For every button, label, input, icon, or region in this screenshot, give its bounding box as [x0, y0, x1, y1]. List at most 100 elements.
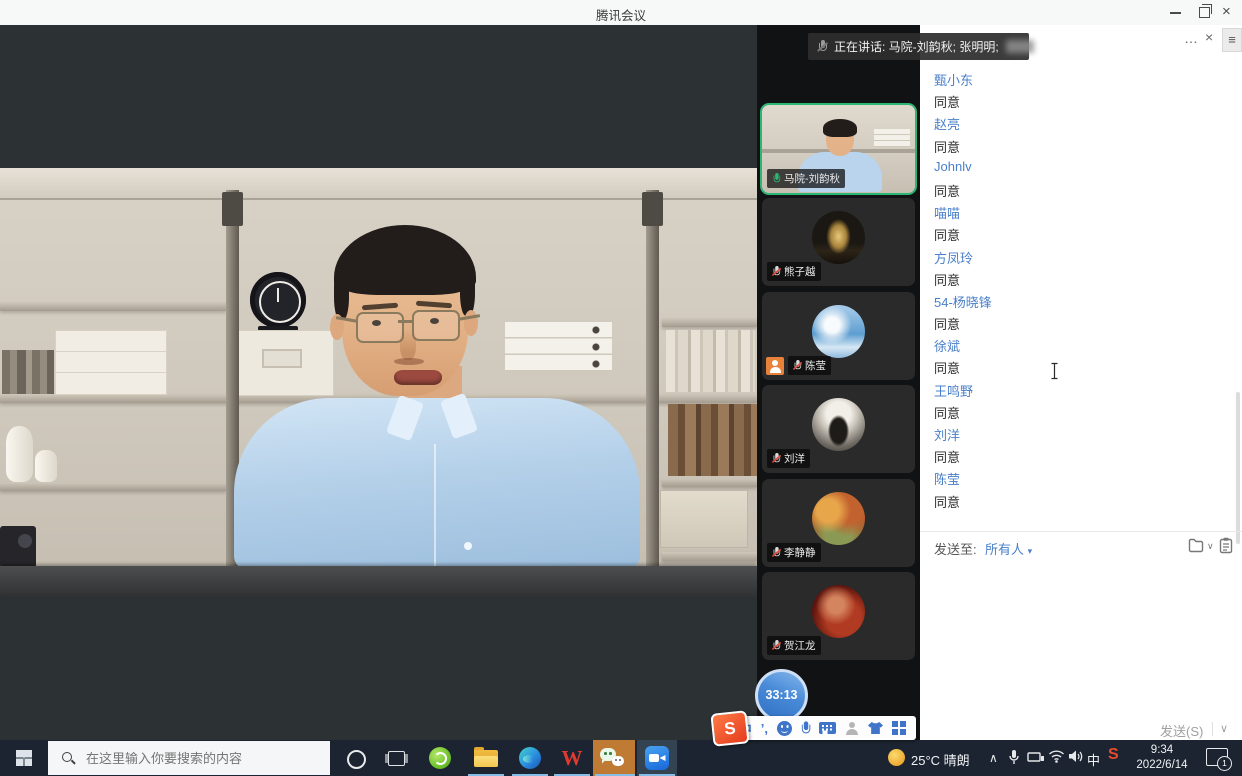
ime-voice-icon[interactable] [801, 721, 811, 735]
tray-clock[interactable]: 9:34 2022/6/14 [1130, 743, 1194, 773]
more-icon[interactable]: … [1184, 30, 1198, 46]
close-chat-icon[interactable]: × [1205, 29, 1213, 45]
participant-name: 贺江龙 [784, 638, 816, 653]
taskbar-app-wps[interactable]: W [552, 740, 592, 776]
tray-sogou-icon[interactable]: S [1108, 746, 1119, 764]
shelf-board [0, 482, 226, 491]
chat-input[interactable] [928, 562, 1232, 714]
tray-expand-icon[interactable]: ∧ [989, 751, 998, 765]
ime-account-icon[interactable] [845, 722, 859, 735]
books-row [666, 330, 755, 392]
taskbar-app-browser[interactable] [420, 740, 460, 776]
taskbar-app-meeting[interactable] [637, 740, 677, 776]
file-send-icon[interactable] [1188, 537, 1206, 553]
redacted-name [1006, 40, 1034, 53]
vase [6, 426, 33, 482]
tray-language-indicator[interactable]: 中 [1087, 750, 1100, 769]
meeting-timer[interactable]: 33:13 [755, 669, 808, 722]
mic-muted-icon [773, 453, 781, 464]
keyboard-icon[interactable] [819, 722, 836, 734]
weather-text[interactable]: 25°C 晴朗 [911, 750, 970, 769]
weather-sun-icon[interactable] [888, 749, 905, 766]
wps-icon: W [562, 746, 583, 771]
avatar [812, 211, 865, 264]
speaker-nose-shadow [394, 358, 424, 365]
chat-message-list[interactable]: 甄小东 同意 赵亮 同意 Johnlv 同意 喵喵 同意 方凤玲 同意 54-杨… [934, 70, 1214, 514]
wechat-icon-bubble [612, 756, 624, 766]
notification-badge: 1 [1217, 756, 1232, 771]
search-input[interactable] [84, 750, 318, 767]
chat-sender[interactable]: Johnlv [934, 159, 1214, 181]
chat-message-text: 同意 [934, 492, 1214, 514]
chat-sender[interactable]: 徐斌 [934, 336, 1214, 358]
storage-boxes [55, 330, 167, 395]
chat-sender[interactable]: 方凤玲 [934, 248, 1214, 270]
participant-name: 熊子越 [784, 264, 816, 279]
tray-wifi-icon[interactable] [1048, 749, 1065, 763]
taskbar-app-explorer[interactable] [466, 740, 506, 776]
shelf-board [662, 478, 757, 487]
restore-icon[interactable] [1199, 7, 1210, 18]
chat-sender[interactable]: 刘洋 [934, 425, 1214, 447]
books-row [2, 350, 54, 394]
taskbar-app-wechat[interactable] [593, 740, 635, 776]
tray-mic-icon[interactable] [1008, 749, 1020, 766]
ime-toolbar: 中 ’, [723, 716, 916, 740]
tray-date-value: 2022/6/14 [1130, 758, 1194, 773]
tray-device-icon[interactable] [1027, 751, 1045, 764]
participant-tile[interactable]: 李静静 [762, 479, 915, 567]
participant-tile[interactable]: 熊子越 [762, 198, 915, 286]
file-send-chevron-icon[interactable]: ∨ [1207, 541, 1214, 552]
participant-label: 熊子越 [767, 262, 821, 281]
chat-sender[interactable]: 甄小东 [934, 70, 1214, 92]
taskbar-app-edge[interactable] [510, 740, 550, 776]
speaker-hair [460, 260, 475, 316]
participant-name: 马院-刘韵秋 [784, 171, 840, 186]
mini-hair [823, 119, 857, 137]
cortana-icon[interactable] [347, 750, 366, 769]
ime-toolbox-icon[interactable] [892, 721, 898, 727]
mic-on-icon [773, 173, 781, 184]
participant-name: 刘洋 [784, 451, 805, 466]
glasses-bridge [398, 320, 414, 323]
send-separator [1212, 722, 1213, 736]
participant-tile[interactable]: 贺江龙 [762, 572, 915, 660]
sogou-logo[interactable]: S [710, 710, 749, 747]
chat-sender[interactable]: 王鸣野 [934, 381, 1214, 403]
menu-icon[interactable]: ≡ [1222, 28, 1242, 52]
windows-logo-icon [16, 750, 32, 766]
send-to-dropdown[interactable]: 所有人 ▾ [985, 539, 1032, 558]
taskbar-search[interactable] [48, 741, 330, 775]
minimize-icon[interactable] [1170, 12, 1181, 14]
chat-message-text: 同意 [934, 403, 1214, 425]
speaker-hair [334, 225, 476, 295]
send-options-chevron-icon[interactable]: ∨ [1220, 722, 1228, 735]
participant-tile[interactable]: 陈莹 [762, 292, 915, 380]
chat-sender[interactable]: 54-杨晓锋 [934, 292, 1214, 314]
chat-scrollbar[interactable] [1236, 392, 1240, 544]
participant-label: 贺江龙 [767, 636, 821, 655]
participant-tile-active[interactable]: 马院-刘韵秋 [762, 105, 915, 193]
file-boxes [505, 322, 612, 372]
action-center-icon[interactable]: 1 [1206, 748, 1228, 766]
chat-sender[interactable]: 赵亮 [934, 114, 1214, 136]
main-video[interactable]: 马院-刘韵秋 [0, 25, 757, 740]
tray-volume-icon[interactable] [1068, 749, 1084, 764]
start-button[interactable] [0, 740, 48, 776]
ime-punctuation-toggle[interactable]: ’, [761, 721, 768, 736]
participant-tile[interactable]: 刘洋 [762, 385, 915, 473]
close-icon[interactable]: × [1222, 3, 1231, 20]
emoji-icon[interactable] [777, 721, 792, 736]
participant-name: 陈莹 [805, 358, 826, 373]
ime-skin-icon[interactable] [868, 722, 883, 734]
task-view-icon[interactable] [388, 751, 405, 766]
chat-sender[interactable]: 陈莹 [934, 469, 1214, 491]
glasses-lens [412, 310, 460, 341]
tencent-meeting-icon [645, 746, 669, 770]
mini-boxes [874, 129, 910, 147]
chat-sender[interactable]: 喵喵 [934, 203, 1214, 225]
send-button[interactable]: 发送(S) [1160, 721, 1203, 740]
speaker-hair [334, 264, 349, 320]
screenshot-icon[interactable] [1219, 537, 1233, 554]
chat-message-text: 同意 [934, 314, 1214, 336]
